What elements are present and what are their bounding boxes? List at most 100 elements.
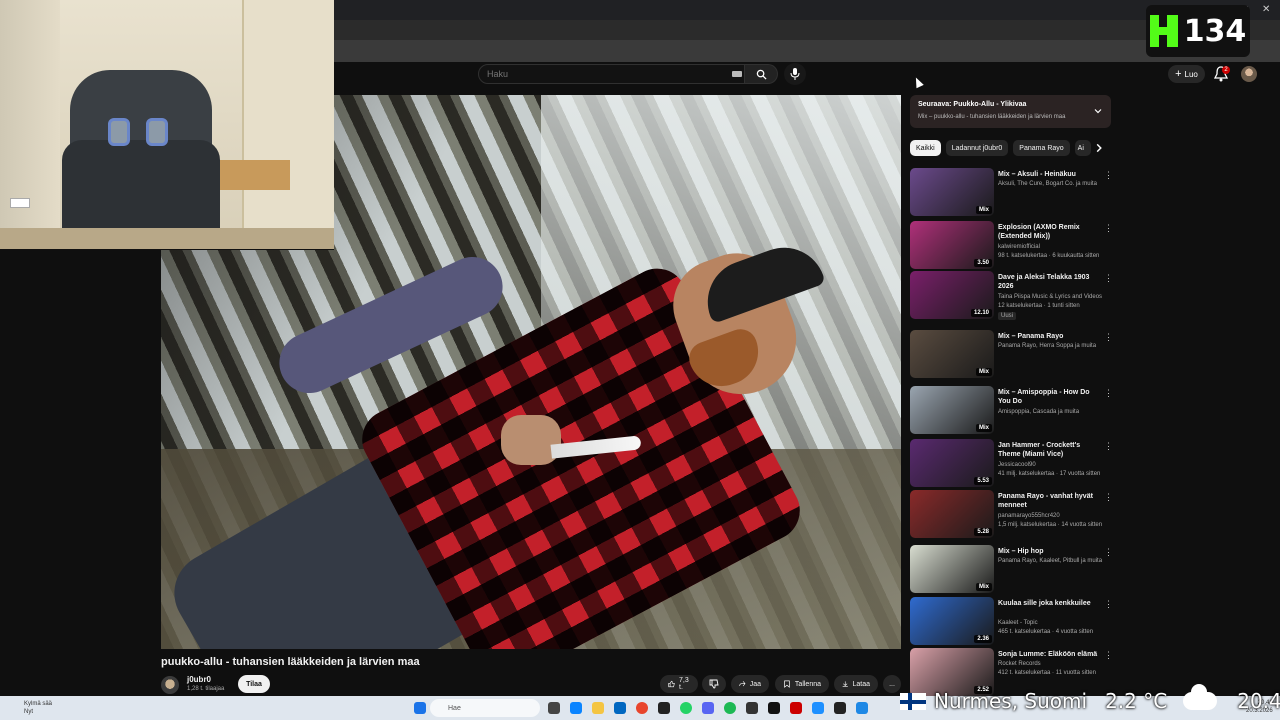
thumbs-down-icon (709, 679, 719, 689)
copilot-icon[interactable] (570, 702, 582, 714)
recommendation-item[interactable]: Mix Mix – Amispoppia - How Do You Do Amisp… (910, 386, 1116, 436)
more-vertical-icon[interactable]: ⋮ (1104, 223, 1113, 234)
recommendation-title[interactable]: Panama Rayo - vanhat hyvät menneet (998, 492, 1104, 510)
chevron-right-icon[interactable] (1093, 142, 1105, 154)
more-vertical-icon[interactable]: ⋮ (1104, 170, 1113, 181)
viewer-count: 134 (1183, 13, 1247, 49)
duration-badge: Mix (975, 424, 992, 432)
steam-icon[interactable] (746, 702, 758, 714)
recommendation-item[interactable]: 5.28 Panama Rayo - vanhat hyvät menneet pa… (910, 490, 1116, 540)
whatsapp-icon[interactable] (680, 702, 692, 714)
recommendation-thumbnail[interactable]: Mix (910, 386, 994, 434)
recommendation-item[interactable]: 12.10 Dave ja Aleksi Telakka 1903 2026 Tai… (910, 271, 1116, 321)
more-vertical-icon[interactable]: ⋮ (1104, 332, 1113, 343)
mail-icon[interactable] (614, 702, 626, 714)
duration-badge: Mix (975, 206, 992, 214)
recommendation-item[interactable]: 2.36 Kuulaa sille joka kenkkuilee Kaaleet … (910, 597, 1116, 647)
recommendation-stats: 98 t. katselukertaa · 6 kuukautta sitten (998, 253, 1100, 259)
recommendation-thumbnail[interactable]: 5.53 (910, 439, 994, 487)
voice-search-button[interactable] (784, 63, 806, 85)
more-vertical-icon[interactable]: ⋮ (1104, 650, 1113, 661)
taskbar-search[interactable]: Hae (430, 699, 540, 717)
recommendation-item[interactable]: Mix Mix – Panama Rayo Panama Rayo, Herra S… (910, 330, 1116, 380)
keyboard-icon[interactable] (732, 71, 742, 77)
search-field[interactable] (478, 64, 745, 84)
recommendation-item[interactable]: 3.50 Explosion (AXMO Remix (Extended Mix)… (910, 221, 1116, 271)
finland-flag-icon (900, 692, 926, 710)
recommendation-thumbnail[interactable]: 5.28 (910, 490, 994, 538)
account-avatar[interactable] (1241, 66, 1257, 82)
subscribe-button[interactable]: Tilaa (238, 675, 270, 693)
more-vertical-icon[interactable]: ⋮ (1104, 547, 1113, 558)
close-icon[interactable]: ✕ (1262, 4, 1270, 15)
recommendation-title[interactable]: Kuulaa sille joka kenkkuilee (998, 599, 1104, 608)
chevron-down-icon[interactable] (1093, 106, 1103, 116)
kick-logo-icon (1149, 15, 1178, 47)
recommendation-thumbnail[interactable]: 2.36 (910, 597, 994, 645)
recommendation-title[interactable]: Mix – Aksuli - Heinäkuu (998, 170, 1104, 179)
wall (0, 0, 60, 249)
recommendation-title[interactable]: Dave ja Aleksi Telakka 1903 2026 (998, 273, 1104, 291)
app-icon-blue[interactable] (812, 702, 824, 714)
more-vertical-icon[interactable]: ⋮ (1104, 388, 1113, 399)
start-menu-icon[interactable] (414, 702, 426, 714)
duration-badge: Mix (975, 368, 992, 376)
more-vertical-icon[interactable]: ⋮ (1104, 273, 1113, 284)
download-icon (842, 681, 848, 687)
recommendation-channel: Amispoppia, Cascada ja muita (998, 409, 1080, 415)
task-view-icon[interactable] (548, 702, 560, 714)
chrome-icon[interactable] (636, 702, 648, 714)
recommendation-thumbnail[interactable]: 3.50 (910, 221, 994, 269)
create-button[interactable]: + Luo (1168, 65, 1205, 83)
like-button[interactable]: 7,3 t. (660, 675, 698, 693)
new-badge: Uusi (998, 312, 1017, 320)
more-vertical-icon[interactable]: ⋮ (1104, 599, 1113, 610)
channel-name[interactable]: j0ubr0 (187, 675, 211, 684)
download-button[interactable]: Lataa (834, 675, 878, 693)
tiktok-icon[interactable] (768, 702, 780, 714)
search-button[interactable] (745, 64, 778, 84)
recommendation-title[interactable]: Explosion (AXMO Remix (Extended Mix)) (998, 223, 1104, 241)
share-button[interactable]: Jaa (731, 675, 769, 693)
recommendation-title[interactable]: Mix – Panama Rayo (998, 332, 1104, 341)
chair-pad-right (146, 118, 168, 146)
recommendation-thumbnail[interactable]: 12.10 (910, 271, 994, 319)
like-count: 7,3 t. (679, 677, 689, 691)
kick-viewer-badge: 134 (1146, 5, 1250, 57)
chip-panama-rayo[interactable]: Panama Rayo (1013, 140, 1070, 156)
recommendation-title[interactable]: Mix – Amispoppia - How Do You Do (998, 388, 1104, 406)
save-button[interactable]: Tallenna (775, 675, 829, 693)
x-icon[interactable] (834, 702, 846, 714)
cloud-icon (1183, 684, 1218, 710)
more-vertical-icon[interactable]: ⋮ (1104, 441, 1113, 452)
taskbar-search-text: Hae (448, 704, 461, 712)
search-input[interactable] (487, 69, 727, 79)
file-explorer-icon[interactable] (592, 702, 604, 714)
recommendation-stats: 12 katselukertaa · 1 tunti sitten (998, 303, 1080, 309)
share-icon (739, 681, 746, 687)
recommendation-thumbnail[interactable]: Mix (910, 168, 994, 216)
app-icon-store[interactable] (856, 702, 868, 714)
dislike-button[interactable] (702, 675, 726, 693)
recommendation-item[interactable]: Mix Mix – Aksuli - Heinäkuu Aksuli, The Cu… (910, 168, 1116, 218)
recommendation-thumbnail[interactable]: Mix (910, 330, 994, 378)
obs-icon[interactable] (658, 702, 670, 714)
more-actions-button[interactable]: ... (883, 675, 901, 693)
recommendation-item[interactable]: Mix Mix – Hip hop Panama Rayo, Kaaleet, Pi… (910, 545, 1116, 595)
discord-icon[interactable] (702, 702, 714, 714)
channel-avatar[interactable] (161, 676, 179, 694)
playlist-next-up[interactable]: Seuraava: Puukko-Allu - Ylikivaa Mix – p… (910, 95, 1111, 128)
recommendation-item[interactable]: 5.53 Jan Hammer - Crockett's Theme (Miami… (910, 439, 1116, 489)
recommendation-channel: Panama Rayo, Herra Soppa ja muita (998, 343, 1097, 349)
more-vertical-icon[interactable]: ⋮ (1104, 492, 1113, 503)
chip-related[interactable]: Ai (1074, 140, 1091, 156)
taskbar-weather[interactable]: Kylmä sää Nyt (10, 700, 52, 716)
recommendation-thumbnail[interactable]: Mix (910, 545, 994, 593)
chip-uploader[interactable]: Ladannut j0ubr0 (945, 140, 1009, 156)
recommendation-title[interactable]: Mix – Hip hop (998, 547, 1104, 556)
app-icon-red[interactable] (790, 702, 802, 714)
recommendation-title[interactable]: Jan Hammer - Crockett's Theme (Miami Vic… (998, 441, 1104, 459)
chip-kaikki[interactable]: Kaikki (910, 140, 941, 156)
recommendation-title[interactable]: Sonja Lumme: Eläköön elämä (998, 650, 1104, 659)
spotify-icon[interactable] (724, 702, 736, 714)
